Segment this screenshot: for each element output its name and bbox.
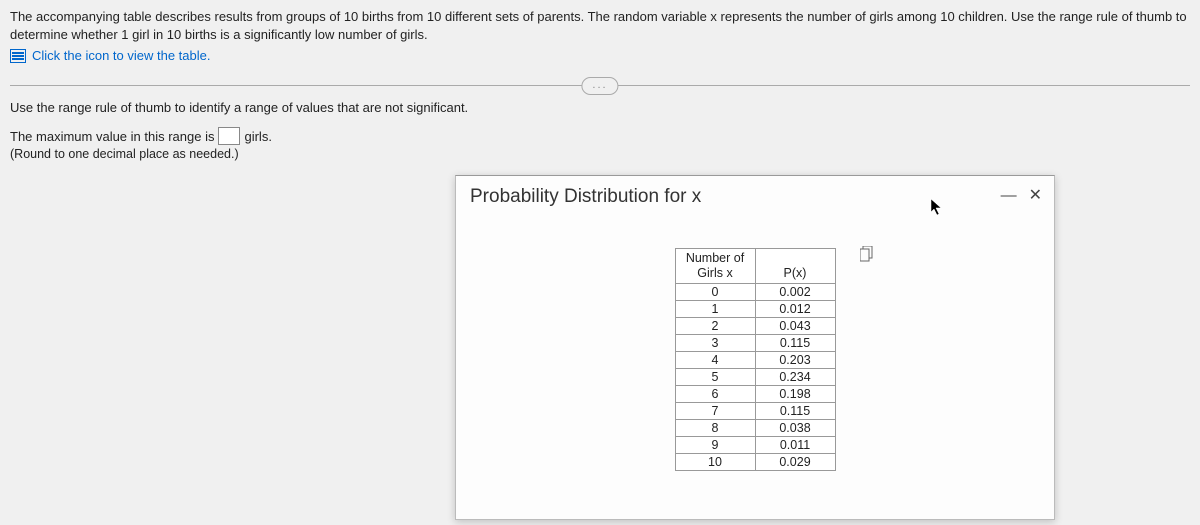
modal-title: Probability Distribution for x [470, 186, 701, 208]
table-row: 70.115 [675, 403, 835, 420]
table-row: 60.198 [675, 386, 835, 403]
cell-px: 0.002 [755, 284, 835, 301]
table-row: 30.115 [675, 335, 835, 352]
cell-x: 5 [675, 369, 755, 386]
cell-x: 0 [675, 284, 755, 301]
cell-px: 0.203 [755, 352, 835, 369]
table-row: 40.203 [675, 352, 835, 369]
minimize-button[interactable]: — [1001, 188, 1017, 204]
probability-modal: Probability Distribution for x — ✕ Numbe… [455, 175, 1055, 520]
cell-px: 0.198 [755, 386, 835, 403]
max-value-input[interactable] [218, 127, 240, 145]
cell-x: 8 [675, 420, 755, 437]
cell-px: 0.012 [755, 301, 835, 318]
view-table-link[interactable]: Click the icon to view the table. [32, 48, 210, 63]
table-row: 10.012 [675, 301, 835, 318]
answer-suffix: girls. [244, 129, 271, 144]
copy-icon[interactable] [860, 246, 874, 262]
table-row: 50.234 [675, 369, 835, 386]
table-row: 100.029 [675, 454, 835, 471]
answer-prefix: The maximum value in this range is [10, 129, 214, 144]
cell-px: 0.029 [755, 454, 835, 471]
cell-x: 6 [675, 386, 755, 403]
cell-x: 3 [675, 335, 755, 352]
cell-px: 0.234 [755, 369, 835, 386]
section-divider: ... [10, 85, 1190, 86]
cell-x: 1 [675, 301, 755, 318]
cell-x: 9 [675, 437, 755, 454]
table-row: 00.002 [675, 284, 835, 301]
problem-statement: The accompanying table describes results… [10, 8, 1190, 44]
cell-x: 7 [675, 403, 755, 420]
cell-x: 4 [675, 352, 755, 369]
cell-x: 2 [675, 318, 755, 335]
expand-ellipsis-button[interactable]: ... [581, 77, 618, 95]
cell-px: 0.038 [755, 420, 835, 437]
rounding-hint: (Round to one decimal place as needed.) [10, 147, 1190, 161]
probability-table: Number ofGirls x P(x) 00.00210.01220.043… [675, 248, 836, 471]
col-header-px: P(x) [755, 249, 835, 284]
table-row: 20.043 [675, 318, 835, 335]
table-row: 90.011 [675, 437, 835, 454]
close-button[interactable]: ✕ [1029, 188, 1042, 204]
cell-px: 0.011 [755, 437, 835, 454]
cell-px: 0.115 [755, 335, 835, 352]
question-instruction: Use the range rule of thumb to identify … [10, 100, 1190, 115]
cell-x: 10 [675, 454, 755, 471]
table-icon[interactable] [10, 49, 26, 63]
table-row: 80.038 [675, 420, 835, 437]
cell-px: 0.043 [755, 318, 835, 335]
col-header-girls: Number ofGirls x [675, 249, 755, 284]
cell-px: 0.115 [755, 403, 835, 420]
